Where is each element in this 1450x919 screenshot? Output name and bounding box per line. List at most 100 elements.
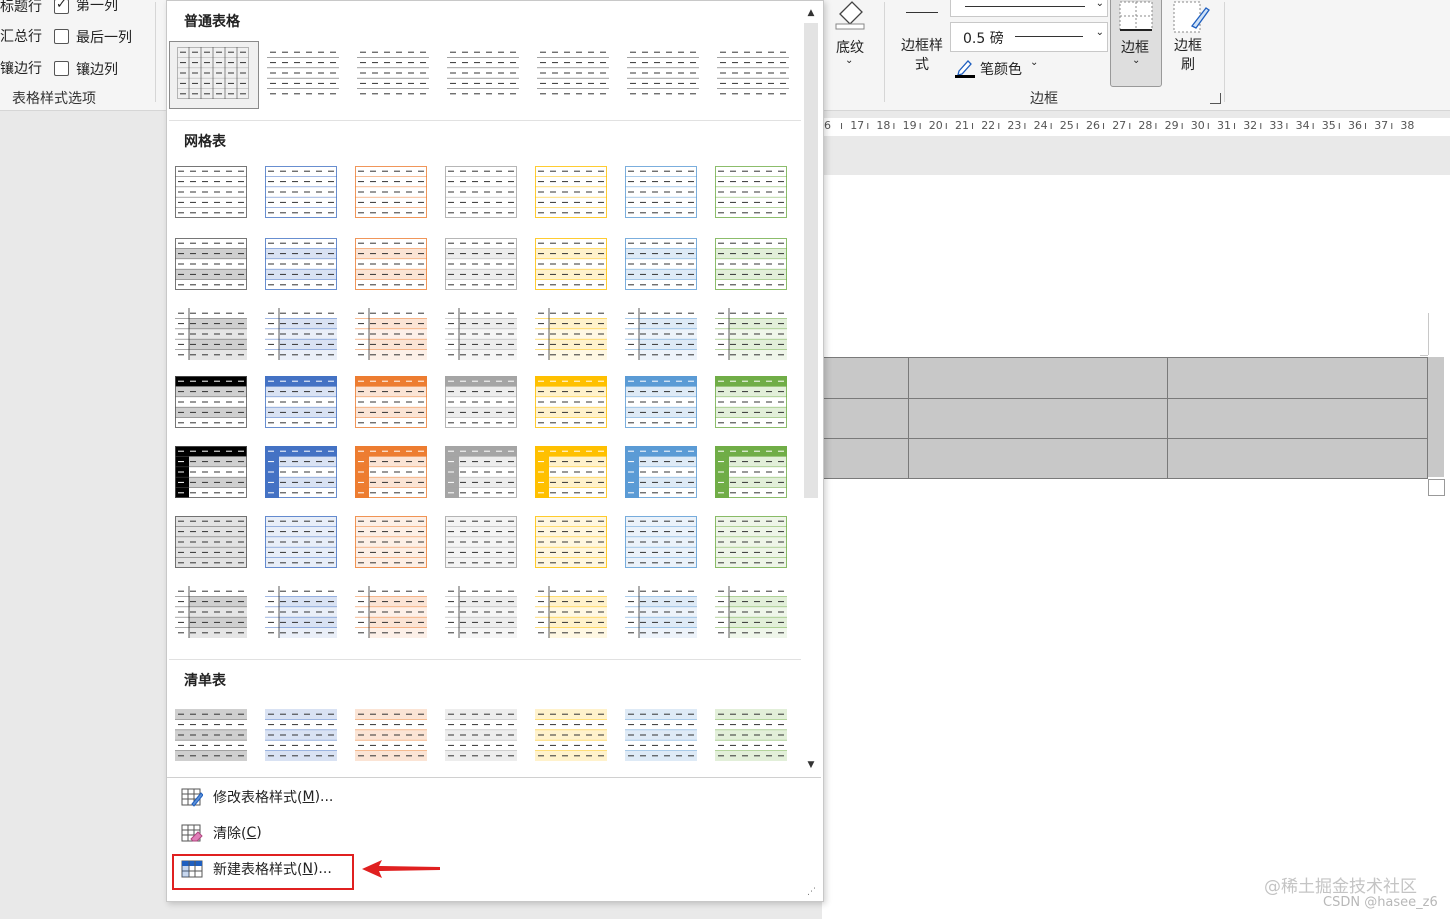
ruler-tick-label: 30 <box>1190 119 1205 132</box>
table-style-thumbnail[interactable] <box>445 446 517 498</box>
scrollbar-thumb[interactable] <box>804 23 818 498</box>
pen-color-button[interactable]: 笔颜色 ⌄ <box>954 57 1044 81</box>
gallery-scrollbar[interactable]: ▲ ▼ <box>801 1 821 777</box>
table-resize-handle[interactable] <box>1428 479 1445 496</box>
clear-table-style-menu-item[interactable]: 清除(C) <box>181 819 262 847</box>
table-style-thumbnail[interactable] <box>355 446 427 498</box>
table-style-thumbnail[interactable] <box>265 709 337 761</box>
table-style-thumbnail[interactable] <box>535 709 607 761</box>
table-style-thumbnail[interactable] <box>265 166 337 218</box>
table-style-thumbnail[interactable] <box>715 376 787 428</box>
ruler-tick-mark: ı <box>1285 119 1289 132</box>
table-style-thumbnail[interactable] <box>445 238 517 290</box>
option-header-row[interactable]: 标题行 <box>0 0 48 17</box>
table-style-thumbnail[interactable] <box>175 238 247 290</box>
table-style-thumbnail[interactable] <box>445 709 517 761</box>
document-table[interactable] <box>822 357 1428 479</box>
table-style-thumbnail[interactable] <box>265 446 337 498</box>
table-style-thumbnail[interactable] <box>535 516 607 568</box>
table-style-thumbnail[interactable] <box>177 47 249 99</box>
table-style-thumbnail[interactable] <box>535 308 607 360</box>
table-style-thumbnail[interactable] <box>535 446 607 498</box>
table-style-thumbnail[interactable] <box>715 238 787 290</box>
table-style-thumbnail[interactable] <box>445 516 517 568</box>
table-style-thumbnail[interactable] <box>357 47 429 99</box>
table-style-thumbnail[interactable] <box>175 446 247 498</box>
table-style-thumbnail[interactable] <box>535 238 607 290</box>
table-style-thumbnail[interactable] <box>355 709 427 761</box>
total-row-checkbox[interactable] <box>54 29 69 44</box>
clear-table-style-icon <box>181 823 203 843</box>
modify-table-style-icon <box>181 787 204 807</box>
borders-dialog-launcher-icon[interactable] <box>1210 93 1221 104</box>
shading-button[interactable]: 底纹 ⌄ <box>832 0 872 80</box>
shading-chevron-icon: ⌄ <box>845 55 854 66</box>
table-style-thumbnail[interactable] <box>535 166 607 218</box>
table-style-thumbnail[interactable] <box>625 376 697 428</box>
table-style-thumbnail[interactable] <box>355 586 427 638</box>
option-banded-rows[interactable]: 镶边行 <box>0 57 48 79</box>
modify-table-style-menu-item[interactable]: 修改表格样式(M)... <box>181 783 333 811</box>
page-margin-marker <box>1420 355 1428 356</box>
table-style-thumbnail[interactable] <box>355 516 427 568</box>
table-style-thumbnail[interactable] <box>625 709 697 761</box>
table-style-thumbnail[interactable] <box>715 586 787 638</box>
resize-grip-icon[interactable]: ⋰ <box>807 887 816 897</box>
table-style-thumbnail[interactable] <box>175 308 247 360</box>
table-style-thumbnail[interactable] <box>267 47 339 99</box>
ruler-tick-label: 24 <box>1033 119 1048 132</box>
scroll-up-arrow-icon[interactable]: ▲ <box>805 7 817 19</box>
borders-button[interactable]: 边框 ⌄ <box>1110 0 1162 87</box>
table-style-thumbnail[interactable] <box>717 47 789 99</box>
table-style-thumbnail[interactable] <box>445 308 517 360</box>
pen-weight-dropdown[interactable]: 0.5 磅 ⌄ <box>950 22 1108 52</box>
table-style-thumbnail[interactable] <box>445 586 517 638</box>
ruler-tick-mark: ı <box>1102 119 1106 132</box>
table-style-thumbnail[interactable] <box>175 166 247 218</box>
table-style-thumbnail[interactable] <box>355 308 427 360</box>
ruler-tick-mark: ı <box>1337 119 1341 132</box>
table-style-thumbnail[interactable] <box>175 709 247 761</box>
table-row-divider <box>822 438 1428 439</box>
document-page[interactable] <box>822 175 1450 919</box>
table-style-thumbnail[interactable] <box>625 586 697 638</box>
banded-rows-checkbox[interactable] <box>54 61 69 76</box>
table-style-thumbnail[interactable] <box>355 238 427 290</box>
table-style-thumbnail[interactable] <box>445 376 517 428</box>
table-style-thumbnail[interactable] <box>265 586 337 638</box>
table-style-thumbnail[interactable] <box>535 586 607 638</box>
table-style-thumbnail[interactable] <box>537 47 609 99</box>
table-style-thumbnail[interactable] <box>625 516 697 568</box>
table-style-thumbnail[interactable] <box>265 308 337 360</box>
table-style-thumbnail[interactable] <box>627 47 699 99</box>
border-style-line-icon <box>906 12 938 13</box>
table-style-thumbnail[interactable] <box>265 238 337 290</box>
header-row-checkbox[interactable] <box>54 0 69 14</box>
horizontal-ruler[interactable]: 6 ı 17 ı 18 ı 19 ı 20 ı 21 ı 22 ı 23 ı 24 ı 25 ı 26 ı 27 ı 28 ı 29… <box>822 118 1450 136</box>
line-style-dropdown[interactable]: ⌄ <box>950 0 1108 17</box>
table-style-thumbnail[interactable] <box>625 446 697 498</box>
table-style-thumbnail[interactable] <box>535 376 607 428</box>
table-style-thumbnail[interactable] <box>447 47 519 99</box>
table-style-thumbnail[interactable] <box>715 516 787 568</box>
table-style-thumbnail[interactable] <box>715 446 787 498</box>
table-style-thumbnail[interactable] <box>715 308 787 360</box>
table-style-thumbnail[interactable] <box>625 238 697 290</box>
table-style-thumbnail[interactable] <box>265 376 337 428</box>
border-styles-button[interactable]: 边框样式 <box>898 0 948 80</box>
table-style-thumbnail[interactable] <box>175 516 247 568</box>
table-style-thumbnail[interactable] <box>715 709 787 761</box>
border-painter-button[interactable]: 边框刷 <box>1168 0 1212 80</box>
table-style-thumbnail[interactable] <box>175 586 247 638</box>
table-style-thumbnail[interactable] <box>355 376 427 428</box>
table-style-thumbnail[interactable] <box>355 166 427 218</box>
scroll-down-arrow-icon[interactable]: ▼ <box>805 759 817 771</box>
table-style-thumbnail[interactable] <box>265 516 337 568</box>
table-style-thumbnail[interactable] <box>445 166 517 218</box>
table-style-thumbnail[interactable] <box>715 166 787 218</box>
option-total-row[interactable]: 汇总行 <box>0 25 48 47</box>
table-style-thumbnail[interactable] <box>625 166 697 218</box>
ruler-tick-label: 20 <box>928 119 943 132</box>
table-style-thumbnail[interactable] <box>625 308 697 360</box>
table-style-thumbnail[interactable] <box>175 376 247 428</box>
